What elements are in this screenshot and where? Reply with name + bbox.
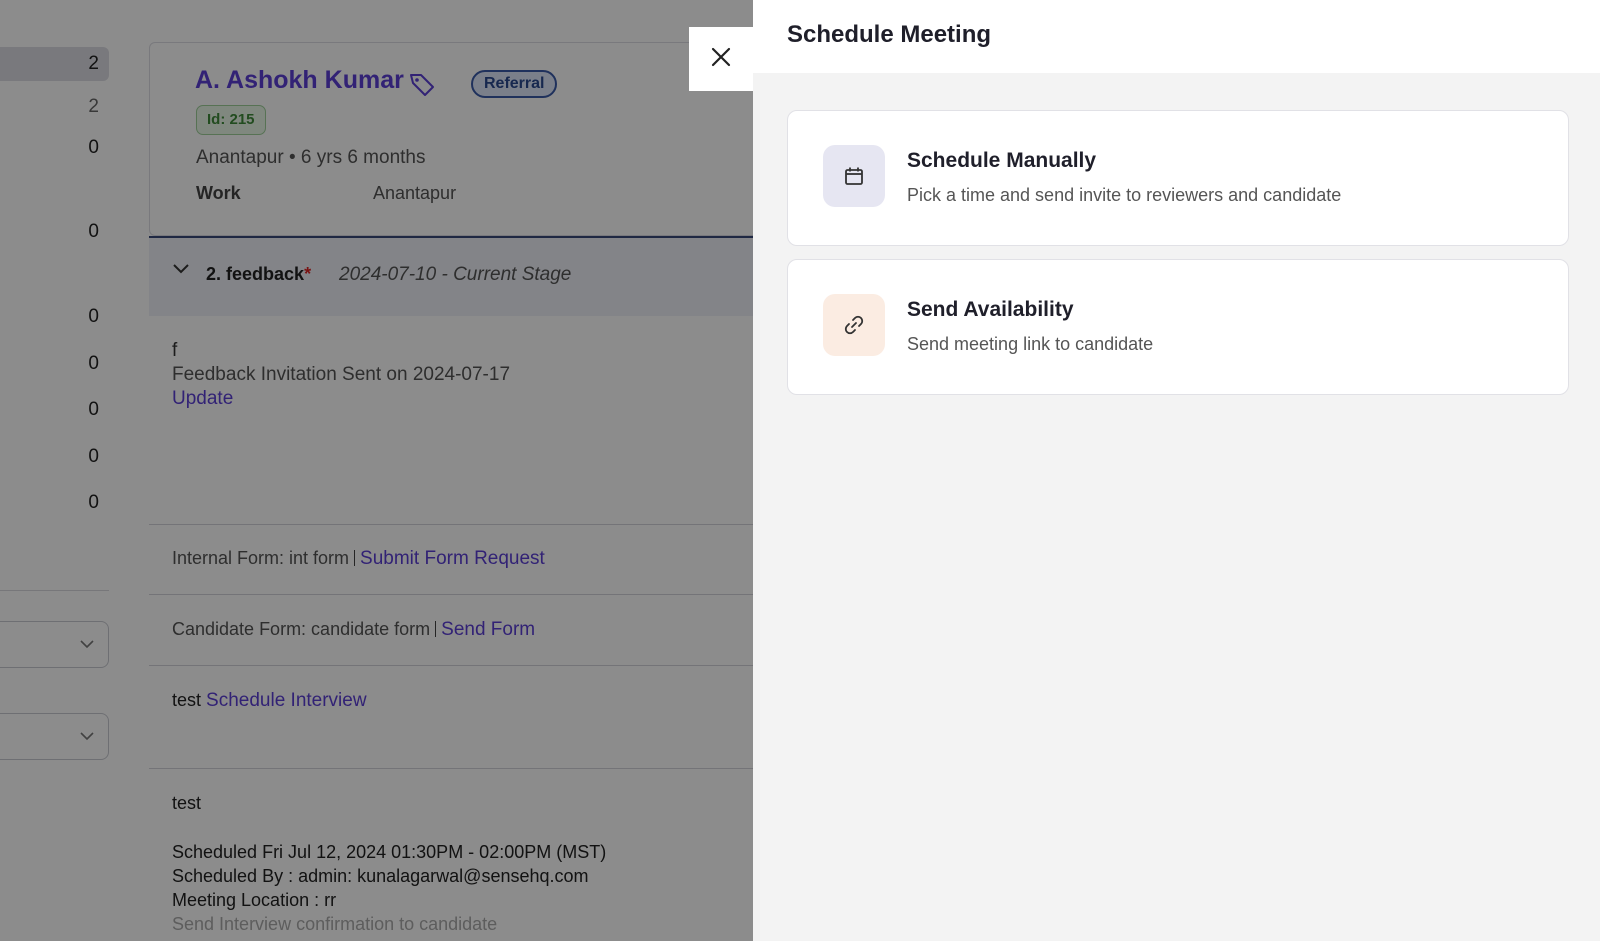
drawer-title: Schedule Meeting <box>787 21 992 48</box>
option-title: Schedule Manually <box>907 149 1097 172</box>
modal-backdrop[interactable] <box>0 0 753 941</box>
option-subtitle: Pick a time and send invite to reviewers… <box>907 185 1342 205</box>
calendar-icon <box>823 145 885 207</box>
option-title: Send Availability <box>907 298 1074 321</box>
schedule-manually-option[interactable]: Schedule Manually Pick a time and send i… <box>787 110 1569 246</box>
close-icon <box>710 46 732 73</box>
drawer-header: Schedule Meeting <box>753 0 1600 73</box>
schedule-meeting-drawer: Schedule Meeting Schedule Manually Pick … <box>753 0 1600 941</box>
option-subtitle: Send meeting link to candidate <box>907 334 1154 354</box>
send-availability-option[interactable]: Send Availability Send meeting link to c… <box>787 259 1569 395</box>
link-icon <box>823 294 885 356</box>
close-drawer-button[interactable] <box>689 27 753 91</box>
